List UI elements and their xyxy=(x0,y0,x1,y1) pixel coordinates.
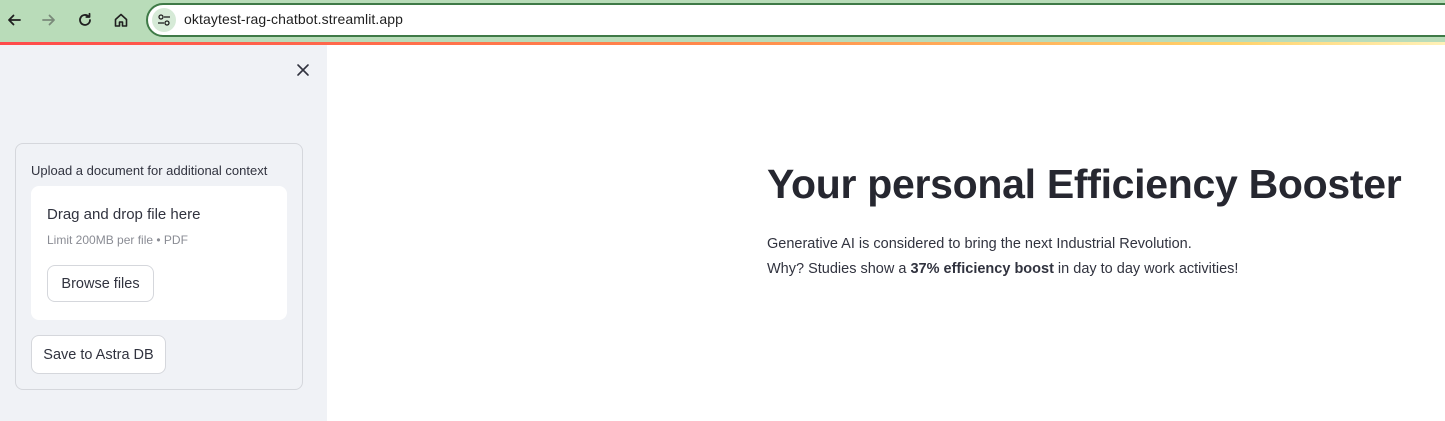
site-info-button[interactable] xyxy=(152,8,176,32)
dropzone-limit: Limit 200MB per file • PDF xyxy=(47,233,188,247)
arrow-right-icon xyxy=(42,14,55,26)
close-icon xyxy=(297,64,309,76)
intro-line-1: Generative AI is considered to bring the… xyxy=(767,236,1192,252)
arrow-left-icon xyxy=(8,14,21,26)
reload-button[interactable] xyxy=(71,6,99,34)
browse-files-button[interactable]: Browse files xyxy=(47,265,154,302)
close-sidebar-button[interactable] xyxy=(292,59,314,81)
page-title: Your personal Efficiency Booster xyxy=(767,161,1402,207)
intro-line-2-suffix: in day to day work activities! xyxy=(1053,261,1239,277)
reload-icon xyxy=(79,12,91,26)
intro-line-2-prefix: Why? Studies show a xyxy=(767,261,911,277)
tune-icon xyxy=(158,14,170,26)
back-button[interactable] xyxy=(0,6,28,34)
upload-label: Upload a document for additional context xyxy=(31,163,268,178)
save-to-astra-button[interactable]: Save to Astra DB xyxy=(31,335,166,374)
file-dropzone[interactable]: Drag and drop file here Limit 200MB per … xyxy=(31,186,287,320)
sidebar: Upload a document for additional context… xyxy=(0,45,327,421)
forward-button[interactable] xyxy=(35,6,63,34)
browser-toolbar: oktaytest-rag-chatbot.streamlit.app xyxy=(0,0,1445,42)
dropzone-title: Drag and drop file here xyxy=(47,206,201,223)
main-content: Your personal Efficiency Booster Generat… xyxy=(327,45,1445,421)
address-bar[interactable]: oktaytest-rag-chatbot.streamlit.app xyxy=(146,3,1445,37)
home-button[interactable] xyxy=(107,6,135,34)
intro-line-2: Why? Studies show a 37% efficiency boost… xyxy=(767,257,1238,282)
url-text[interactable]: oktaytest-rag-chatbot.streamlit.app xyxy=(184,11,403,27)
intro-highlight: 37% efficiency boost xyxy=(910,261,1054,277)
home-icon xyxy=(114,13,128,27)
intro-text: Generative AI is considered to bring the… xyxy=(767,232,1238,282)
upload-form: Upload a document for additional context… xyxy=(15,143,303,390)
